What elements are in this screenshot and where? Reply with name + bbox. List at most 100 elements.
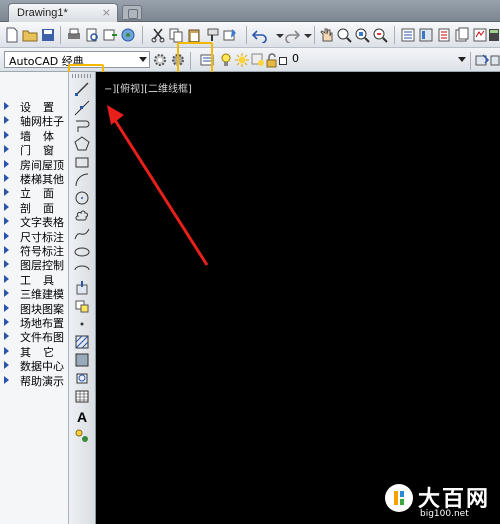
- expand-arrow-icon: [4, 361, 9, 370]
- undo-icon[interactable]: [252, 27, 268, 43]
- palette-item[interactable]: 其它: [0, 344, 69, 359]
- palette-item[interactable]: 房间屋顶: [0, 157, 69, 172]
- draw-toolbar: A: [69, 72, 96, 524]
- expand-arrow-icon: [4, 332, 9, 341]
- expand-arrow-icon: [4, 188, 9, 197]
- print-icon[interactable]: [66, 27, 82, 43]
- tool-palettes-icon[interactable]: [436, 27, 452, 43]
- match-properties-icon[interactable]: [204, 27, 220, 43]
- properties-icon[interactable]: [400, 27, 416, 43]
- zoom-realtime-icon[interactable]: [336, 27, 352, 43]
- construction-line-icon[interactable]: [74, 100, 90, 116]
- open-folder-icon[interactable]: [22, 27, 38, 43]
- tab-drawing1[interactable]: Drawing1* ×: [8, 3, 118, 22]
- cut-icon[interactable]: [150, 27, 166, 43]
- palette-item[interactable]: 楼梯其他: [0, 171, 69, 186]
- tab-close-icon[interactable]: ×: [102, 6, 111, 19]
- region-icon[interactable]: [74, 370, 90, 386]
- expand-arrow-icon: [4, 159, 9, 168]
- print-preview-icon[interactable]: [84, 27, 100, 43]
- ellipse-arc-icon[interactable]: [74, 262, 90, 278]
- palette-item[interactable]: 帮助演示: [0, 373, 69, 388]
- expand-arrow-icon: [4, 202, 9, 211]
- layer-color-swatch: [279, 57, 287, 65]
- paste-icon[interactable]: [186, 27, 202, 43]
- watermark-url: big100.net: [420, 509, 469, 519]
- layer-dropdown-chevron-down-icon[interactable]: [458, 57, 466, 62]
- ellipse-icon[interactable]: [74, 244, 90, 260]
- insert-block-icon[interactable]: [74, 280, 90, 296]
- palette-item[interactable]: 文字表格: [0, 214, 69, 229]
- palette-item[interactable]: 符号标注: [0, 243, 69, 258]
- tangent-tool-palette: 设置 轴网柱子 墙体 门窗 房间屋顶 楼梯其他 立面 剖面 文字表格 尺寸标注 符号标注 图层控制 工具…: [0, 72, 69, 524]
- design-center-icon[interactable]: [418, 27, 434, 43]
- palette-item[interactable]: 图块图案: [0, 301, 69, 316]
- drawing-canvas[interactable]: −][俯视][二维线框]: [96, 72, 500, 524]
- chevron-down-icon: [139, 57, 147, 62]
- make-block-icon[interactable]: [74, 298, 90, 314]
- block-editor-icon[interactable]: [222, 27, 238, 43]
- sheet-set-icon[interactable]: [454, 27, 470, 43]
- palette-item[interactable]: 墙体: [0, 128, 69, 143]
- expand-arrow-icon: [4, 102, 9, 110]
- palette-item[interactable]: 立面: [0, 185, 69, 200]
- palette-item[interactable]: 文件布图: [0, 329, 69, 344]
- expand-arrow-icon: [4, 130, 9, 139]
- palette-item[interactable]: 数据中心: [0, 358, 69, 373]
- expand-arrow-icon: [4, 318, 9, 326]
- palette-item-label: 帮助演示: [20, 374, 64, 388]
- viewport-controls-label[interactable]: −][俯视][二维线框]: [104, 80, 192, 95]
- toolbar-grip-handle[interactable]: [72, 74, 92, 78]
- expand-arrow-icon: [4, 303, 9, 312]
- palette-item[interactable]: 图层控制: [0, 257, 69, 272]
- expand-arrow-icon: [4, 174, 9, 182]
- circle-icon[interactable]: [74, 190, 90, 206]
- layer-on-off-lightbulb-icon[interactable]: [218, 52, 234, 68]
- spline-icon[interactable]: [74, 226, 90, 242]
- expand-arrow-icon: [4, 231, 9, 240]
- new-tab-button[interactable]: [122, 5, 142, 20]
- hatch-icon[interactable]: [74, 334, 90, 350]
- zoom-window-icon[interactable]: [354, 27, 370, 43]
- make-object-layer-current-icon[interactable]: [474, 52, 490, 68]
- expand-arrow-icon: [4, 346, 9, 355]
- add-selected-icon[interactable]: [74, 428, 90, 444]
- expand-arrow-icon: [4, 116, 9, 125]
- gradient-icon[interactable]: [74, 352, 90, 368]
- publish-icon[interactable]: [102, 27, 118, 43]
- tab-title: Drawing1*: [17, 7, 68, 19]
- polygon-icon[interactable]: [74, 136, 90, 152]
- arc-icon[interactable]: [74, 172, 90, 188]
- table-icon[interactable]: [74, 388, 90, 404]
- point-icon[interactable]: [74, 316, 90, 332]
- rectangle-icon[interactable]: [74, 154, 90, 170]
- save-icon[interactable]: [40, 27, 56, 43]
- layer-dropdown[interactable]: 0: [288, 51, 468, 68]
- palette-item[interactable]: 设置: [0, 99, 69, 114]
- polyline-icon[interactable]: [74, 118, 90, 134]
- pan-icon[interactable]: [318, 27, 334, 43]
- layer-previous-icon[interactable]: [490, 52, 500, 68]
- watermark-logo: 大百网 big100.net: [378, 481, 500, 524]
- line-tool-icon[interactable]: [74, 81, 90, 97]
- 3d-dwf-icon[interactable]: [120, 27, 136, 43]
- expand-arrow-icon: [4, 260, 9, 269]
- redo-icon[interactable]: [284, 27, 300, 43]
- zoom-previous-icon[interactable]: [372, 27, 388, 43]
- palette-item[interactable]: 尺寸标注: [0, 229, 69, 244]
- palette-item[interactable]: 工具: [0, 272, 69, 287]
- new-file-icon[interactable]: [4, 27, 20, 43]
- revision-cloud-icon[interactable]: [74, 208, 90, 224]
- workspace-settings-gear-icon[interactable]: [152, 52, 168, 68]
- palette-item[interactable]: 剖面: [0, 200, 69, 215]
- multiline-text-icon[interactable]: A: [74, 409, 90, 425]
- layer-unlock-icon[interactable]: [264, 52, 280, 68]
- layer-freeze-sun-icon[interactable]: [234, 52, 250, 68]
- markup-set-icon[interactable]: [472, 27, 488, 43]
- palette-item[interactable]: 三维建模: [0, 286, 69, 301]
- palette-item[interactable]: 门窗: [0, 142, 69, 157]
- calculator-icon[interactable]: [488, 27, 500, 43]
- palette-item[interactable]: 轴网柱子: [0, 113, 69, 128]
- copy-icon[interactable]: [168, 27, 184, 43]
- palette-item[interactable]: 场地布置: [0, 315, 69, 330]
